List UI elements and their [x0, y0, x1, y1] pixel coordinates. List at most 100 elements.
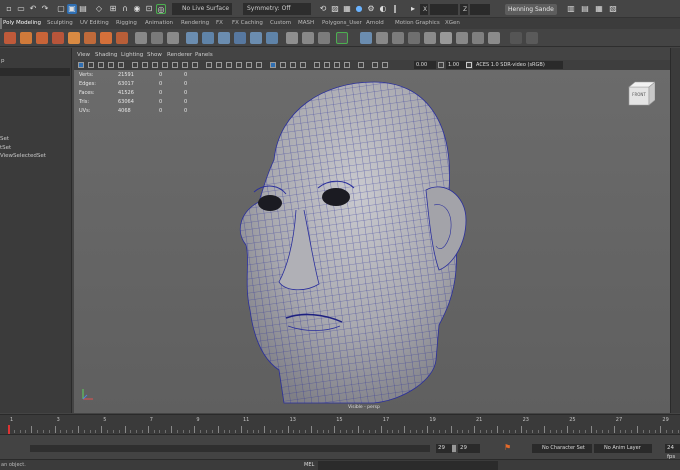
mel-label[interactable]: MEL [304, 462, 314, 468]
open-scene-icon[interactable]: ▭ [16, 4, 26, 14]
ambient-occlusion-icon[interactable] [314, 62, 320, 68]
anti-aliasing-icon[interactable] [334, 62, 340, 68]
combine-icon[interactable] [135, 32, 147, 44]
append-poly-icon[interactable] [234, 32, 246, 44]
poly-cone-icon[interactable] [52, 32, 64, 44]
select-hierarchy-icon[interactable]: ▢ [56, 4, 66, 14]
tab-fx-caching[interactable]: FX Caching [232, 18, 263, 29]
camera-attributes-icon[interactable] [98, 62, 104, 68]
textured-icon[interactable] [236, 62, 242, 68]
isolate-select-icon[interactable] [358, 62, 364, 68]
bridge-icon[interactable] [202, 32, 214, 44]
tab-custom[interactable]: Custom [270, 18, 291, 29]
tab-polygons-user[interactable]: Polygons_User [322, 18, 362, 29]
tab-poly-modeling[interactable]: Poly Modeling [3, 18, 41, 29]
tab-arnold[interactable]: Arnold [366, 18, 384, 29]
shadows-icon[interactable] [256, 62, 262, 68]
range-end-field[interactable]: 29 [436, 444, 452, 453]
view-cube[interactable]: FRONT [627, 81, 656, 107]
snap-curve-icon[interactable]: ∩ [120, 4, 130, 14]
user-account-button[interactable]: Henning Sande [505, 4, 557, 15]
exposure-icon[interactable] [382, 62, 388, 68]
tab-mash[interactable]: MASH [298, 18, 314, 29]
viewport-persp[interactable]: Verts: 21591 0 0 Edges: 63017 0 0 Faces:… [74, 70, 670, 413]
backface-culling-icon[interactable] [300, 62, 306, 68]
render-settings-icon[interactable]: ⚙ [366, 4, 376, 14]
poly-plane-icon[interactable] [68, 32, 80, 44]
character-set-dropdown[interactable]: No Character Set [532, 444, 592, 453]
gamma-field[interactable]: 1.00 [446, 61, 466, 69]
tab-fx[interactable]: FX [216, 18, 223, 29]
separate-icon[interactable] [151, 32, 163, 44]
anim-layer-dropdown[interactable]: No Anim Layer [594, 444, 652, 453]
reverse-normals-icon[interactable] [488, 32, 500, 44]
film-gate-icon[interactable] [142, 62, 148, 68]
planar-map-icon[interactable] [376, 32, 388, 44]
bookmark-icon[interactable] [108, 62, 114, 68]
hypershade-icon[interactable]: ◐ [378, 4, 388, 14]
outliner-search-bar[interactable] [0, 68, 70, 76]
range-handle[interactable] [452, 445, 456, 452]
poly-cylinder-icon[interactable] [36, 32, 48, 44]
menu-shading[interactable]: Shading [95, 51, 117, 60]
use-all-lights-icon[interactable] [246, 62, 252, 68]
render-frame-icon[interactable]: ▨ [330, 4, 340, 14]
tab-rendering[interactable]: Rendering [181, 18, 209, 29]
current-frame-marker[interactable] [8, 425, 10, 434]
grid-icon[interactable] [132, 62, 138, 68]
modeling-toolkit-icon[interactable]: ▥ [566, 4, 576, 14]
motion-blur-icon[interactable] [324, 62, 330, 68]
undo-icon[interactable]: ↶ [28, 4, 38, 14]
platonic-solid-icon[interactable] [116, 32, 128, 44]
outliner-item[interactable]: Set [0, 136, 9, 142]
tab-motion-graphics[interactable]: Motion Graphics [395, 18, 440, 29]
connect-icon[interactable] [318, 32, 330, 44]
snap-grid-icon[interactable]: ⊞ [108, 4, 118, 14]
xray-icon[interactable] [280, 62, 286, 68]
target-weld-icon[interactable] [302, 32, 314, 44]
safe-action-icon[interactable] [182, 62, 188, 68]
poly-cube-icon[interactable] [20, 32, 32, 44]
command-input[interactable] [318, 461, 498, 470]
wireframe-on-shaded-icon[interactable] [270, 62, 276, 68]
poly-torus-icon[interactable] [84, 32, 96, 44]
new-scene-icon[interactable]: ▫ [4, 4, 14, 14]
select-component-icon[interactable]: ▤ [78, 4, 88, 14]
lock-camera-icon[interactable] [88, 62, 94, 68]
lattice-icon[interactable] [510, 32, 522, 44]
redo-icon[interactable]: ↷ [40, 4, 50, 14]
poly-sphere-icon[interactable] [4, 32, 16, 44]
color-space-dropdown[interactable]: ACES 1.0 SDR-video (sRGB) [473, 61, 563, 69]
menu-show[interactable]: Show [147, 51, 162, 60]
view-transform-icon[interactable] [466, 62, 472, 68]
soften-edge-icon[interactable] [456, 32, 468, 44]
menu-view[interactable]: View [77, 51, 90, 60]
bevel-icon[interactable] [218, 32, 230, 44]
render-sequence-icon[interactable]: ▦ [342, 4, 352, 14]
snap-live-icon[interactable]: ◎ [156, 4, 166, 14]
tab-rigging[interactable]: Rigging [116, 18, 137, 29]
smooth-icon[interactable] [167, 32, 179, 44]
outliner-item[interactable]: tSet [0, 145, 11, 151]
tab-sculpting[interactable]: Sculpting [47, 18, 73, 29]
harden-edge-icon[interactable] [472, 32, 484, 44]
fill-hole-icon[interactable] [250, 32, 262, 44]
gate-mask-icon[interactable] [162, 62, 168, 68]
automatic-map-icon[interactable] [424, 32, 436, 44]
multi-cut-icon[interactable] [286, 32, 298, 44]
channel-box-icon[interactable]: ▦ [594, 4, 604, 14]
live-surface-field[interactable]: No Live Surface [172, 3, 232, 15]
mirror-icon[interactable] [440, 32, 452, 44]
snap-point-icon[interactable]: ◉ [132, 4, 142, 14]
poly-disc-icon[interactable] [100, 32, 112, 44]
range-bar[interactable] [30, 445, 430, 452]
z-field[interactable] [470, 4, 490, 15]
tab-xgen[interactable]: XGen [445, 18, 460, 29]
tool-settings-icon[interactable]: ▧ [608, 4, 618, 14]
playback-end-field[interactable]: 29 [458, 444, 480, 453]
snap-view-icon[interactable]: ⊡ [144, 4, 154, 14]
heads-up-display-icon[interactable] [372, 62, 378, 68]
wireframe-icon[interactable] [206, 62, 212, 68]
spherical-map-icon[interactable] [408, 32, 420, 44]
cylindrical-map-icon[interactable] [392, 32, 404, 44]
